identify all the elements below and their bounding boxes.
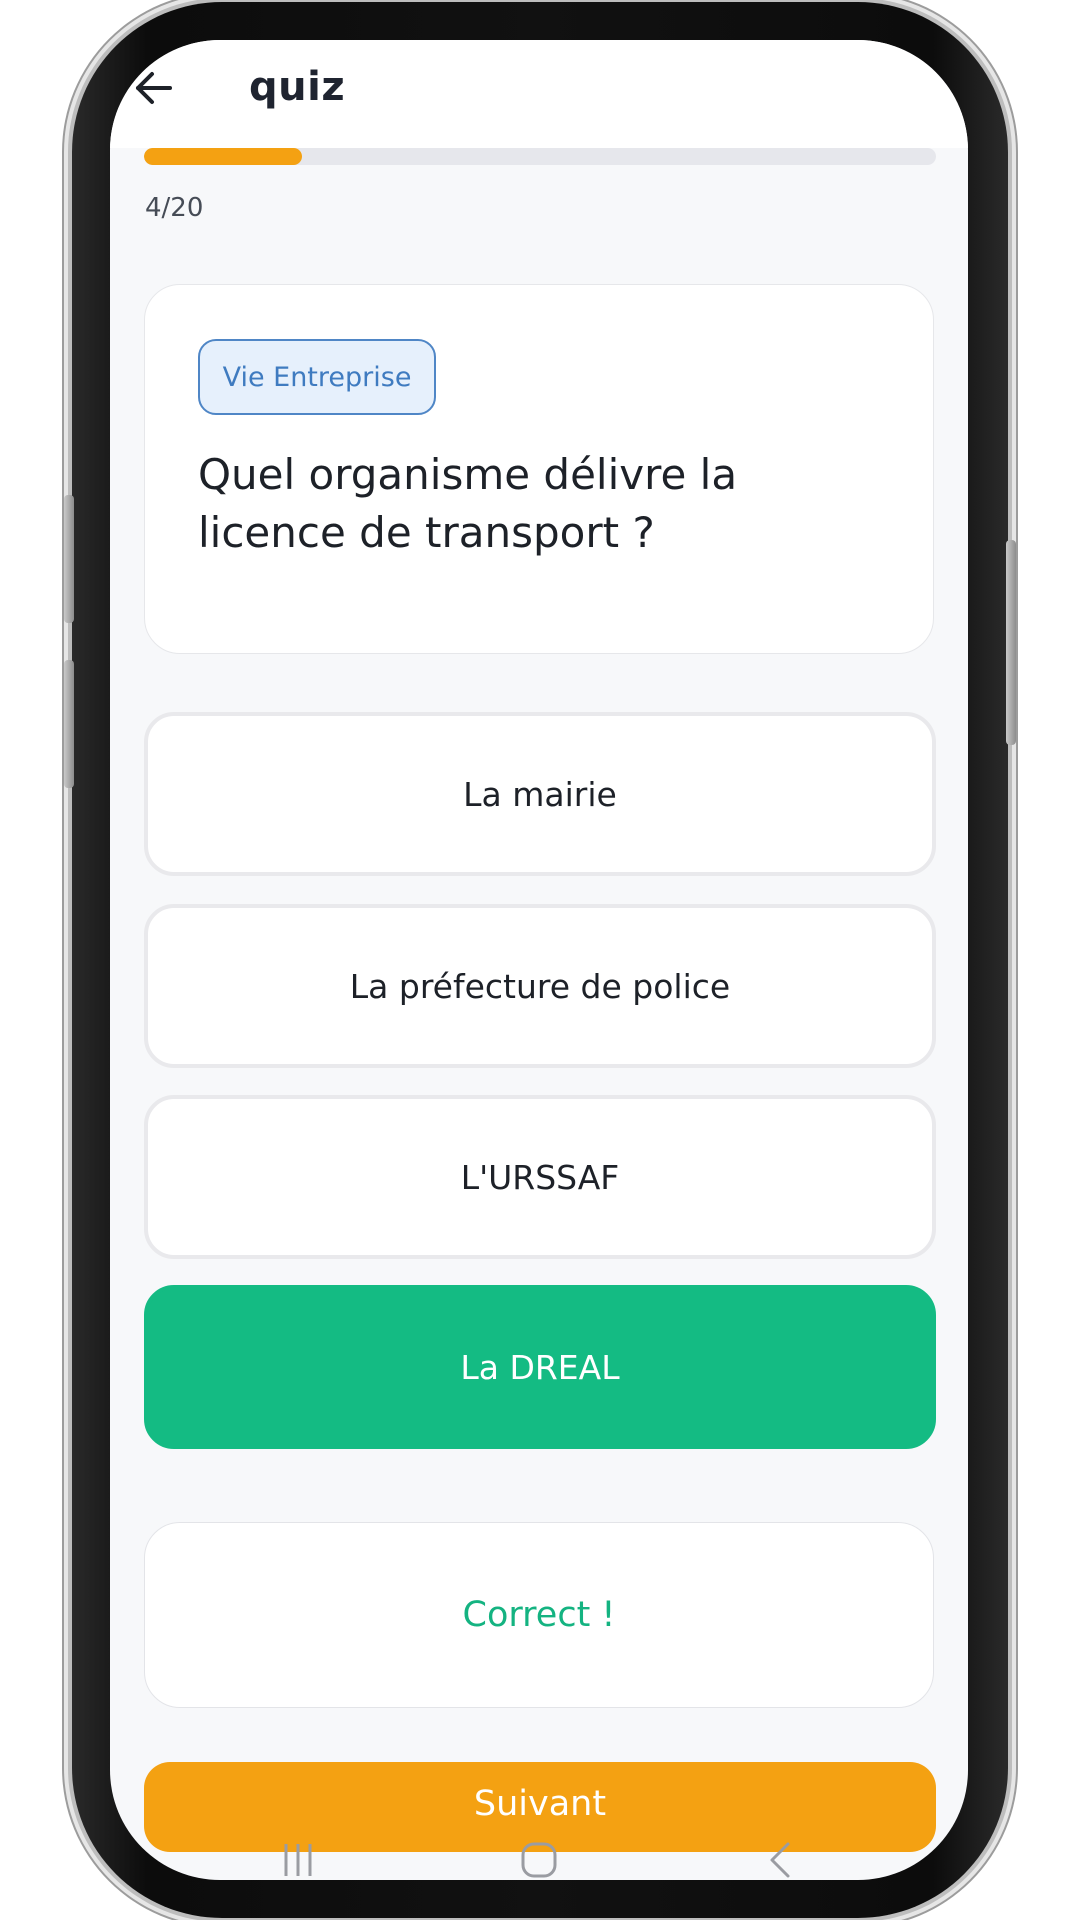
power-button xyxy=(1006,540,1016,745)
answer-option-la-mairie[interactable]: La mairie xyxy=(144,712,936,876)
home-icon[interactable] xyxy=(509,1840,569,1880)
volume-down-button xyxy=(64,660,74,788)
feedback-text: Correct ! xyxy=(462,1595,616,1635)
arrow-left-icon[interactable] xyxy=(132,66,176,110)
volume-up-button xyxy=(64,495,74,623)
answer-option-dreal[interactable]: La DREAL xyxy=(144,1285,936,1449)
app-bar: quiz xyxy=(110,40,968,148)
next-button[interactable]: Suivant xyxy=(144,1762,936,1852)
feedback-card: Correct ! xyxy=(144,1522,934,1708)
progress-fill xyxy=(144,148,303,165)
nav-back-icon[interactable] xyxy=(750,1840,810,1880)
answer-option-urssaf[interactable]: L'URSSAF xyxy=(144,1095,936,1259)
question-counter: 4/20 xyxy=(145,193,204,223)
category-badge: Vie Entreprise xyxy=(198,339,436,415)
question-card: Vie Entreprise Quel organisme délivre la… xyxy=(144,284,934,654)
progress-bar xyxy=(144,148,936,165)
answer-option-prefecture[interactable]: La préfecture de police xyxy=(144,904,936,1068)
phone-screen: quiz 4/20 Vie Entreprise Quel organisme … xyxy=(110,40,968,1880)
recent-apps-icon[interactable] xyxy=(268,1840,328,1880)
question-text: Quel organisme délivre la licence de tra… xyxy=(198,450,738,557)
system-navigation-bar xyxy=(110,1840,968,1880)
page-title: quiz xyxy=(249,64,346,110)
